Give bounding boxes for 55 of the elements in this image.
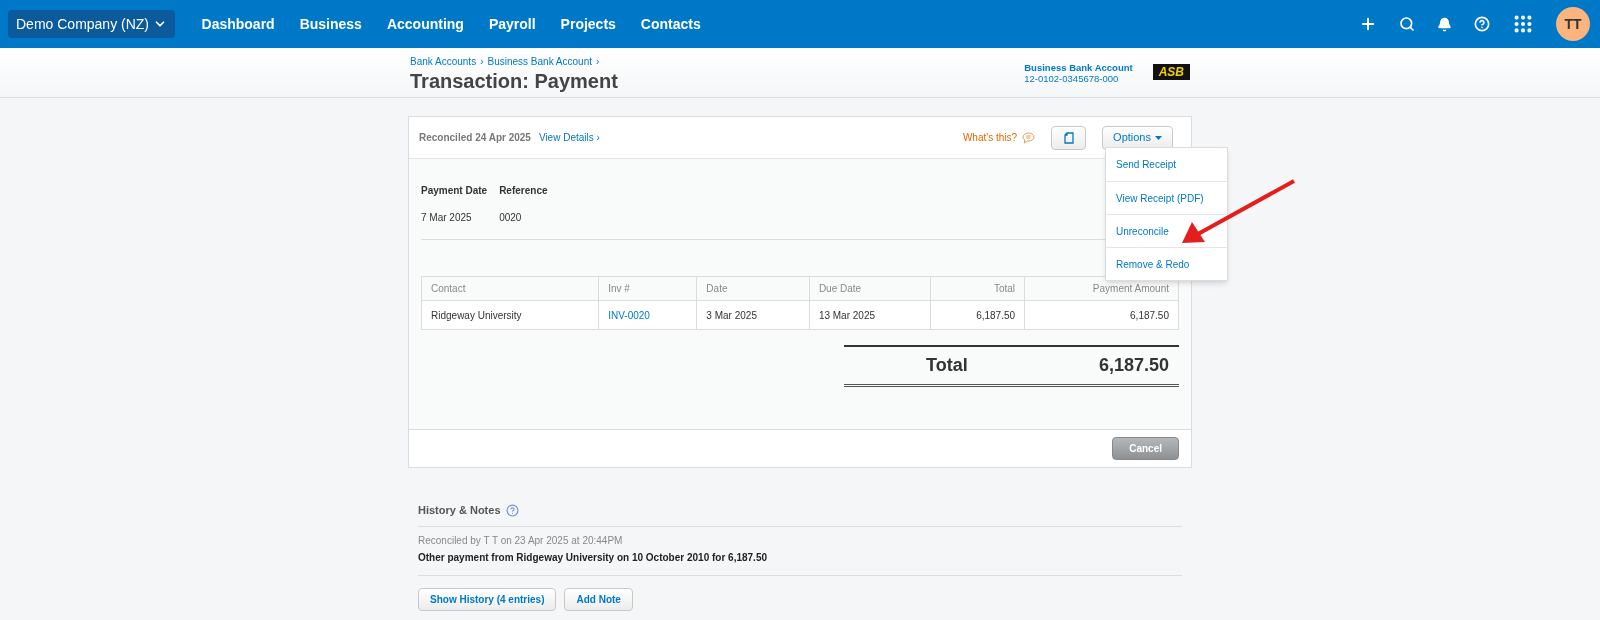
invoice-link[interactable]: INV-0020 bbox=[598, 300, 697, 330]
table-cell: Ridgeway University bbox=[421, 300, 599, 330]
options-button[interactable]: Options bbox=[1102, 125, 1173, 150]
nav-link[interactable]: Accounting bbox=[374, 13, 477, 35]
table-cell: 13 Mar 2025 bbox=[809, 300, 931, 330]
account-number: 12-0102-0345678-000 bbox=[1024, 73, 1120, 84]
search-icon[interactable] bbox=[1399, 16, 1415, 32]
breadcrumb-separator: › bbox=[596, 55, 600, 69]
total-label: Total bbox=[926, 354, 968, 377]
nav-link[interactable]: Payroll bbox=[476, 13, 549, 35]
organisation-switcher[interactable]: Demo Company (NZ) bbox=[8, 10, 176, 38]
menu-item[interactable]: Remove & Redo bbox=[1106, 247, 1227, 280]
bank-logo: ASB bbox=[1152, 64, 1190, 80]
section-title: History & Notes bbox=[418, 502, 501, 518]
nav-link[interactable]: Dashboard bbox=[189, 13, 288, 35]
history-meta: Reconciled by T T on 23 Apr 2025 at 20:44PM bbox=[418, 534, 624, 548]
add-icon[interactable] bbox=[1359, 15, 1377, 33]
nav-link[interactable]: Projects bbox=[548, 13, 629, 35]
notification-icon[interactable] bbox=[1437, 16, 1452, 32]
field-value: 0020 bbox=[499, 211, 523, 225]
table-cell: 3 Mar 2025 bbox=[696, 300, 810, 330]
total-value: 6,187.50 bbox=[1098, 354, 1169, 377]
account-name: Business Bank Account bbox=[1024, 62, 1133, 73]
nav-link[interactable]: Business bbox=[287, 13, 375, 35]
menu-item[interactable]: Send Receipt bbox=[1106, 148, 1227, 181]
history-button[interactable]: Add Note bbox=[564, 588, 633, 611]
field-label: Payment Date bbox=[421, 184, 488, 198]
cancel-button[interactable]: Cancel bbox=[1112, 437, 1179, 460]
column-header: Inv # bbox=[598, 276, 697, 301]
menu-item[interactable]: View Receipt (PDF) bbox=[1106, 181, 1227, 214]
column-header: Date bbox=[696, 276, 810, 301]
history-button[interactable]: Show History (4 entries) bbox=[418, 588, 557, 611]
table-cell: 6,187.50 bbox=[1024, 300, 1179, 330]
page-title: Transaction: Payment bbox=[410, 69, 618, 93]
apps-grid-icon[interactable] bbox=[1512, 13, 1534, 35]
history-note: Other payment from Ridgeway University on 10 October 2010 for 6,187.50 bbox=[418, 551, 768, 565]
view-details-link[interactable]: View Details › bbox=[538, 130, 600, 145]
breadcrumb-link[interactable]: Bank Accounts bbox=[410, 54, 477, 69]
column-header: Total bbox=[930, 276, 1025, 301]
user-avatar[interactable]: TT bbox=[1556, 7, 1590, 41]
column-header: Contact bbox=[421, 276, 599, 301]
caret-icon bbox=[1155, 135, 1162, 140]
speech-bubble-icon bbox=[1022, 131, 1036, 144]
breadcrumb-link[interactable]: Business Bank Account bbox=[487, 54, 592, 69]
field-value: 7 Mar 2025 bbox=[421, 211, 473, 225]
document-icon bbox=[1063, 131, 1074, 144]
breadcrumb-separator: › bbox=[480, 55, 484, 69]
column-header: Due Date bbox=[809, 276, 931, 301]
whats-this-link[interactable]: What's this? bbox=[962, 130, 1018, 145]
nav-link[interactable]: Contacts bbox=[628, 13, 714, 35]
table-cell: 6,187.50 bbox=[930, 300, 1025, 330]
field-label: Reference bbox=[499, 184, 548, 198]
help-icon[interactable] bbox=[505, 503, 519, 517]
copy-button[interactable] bbox=[1051, 125, 1087, 150]
reconciled-status: Reconciled 24 Apr 2025 bbox=[419, 131, 531, 145]
